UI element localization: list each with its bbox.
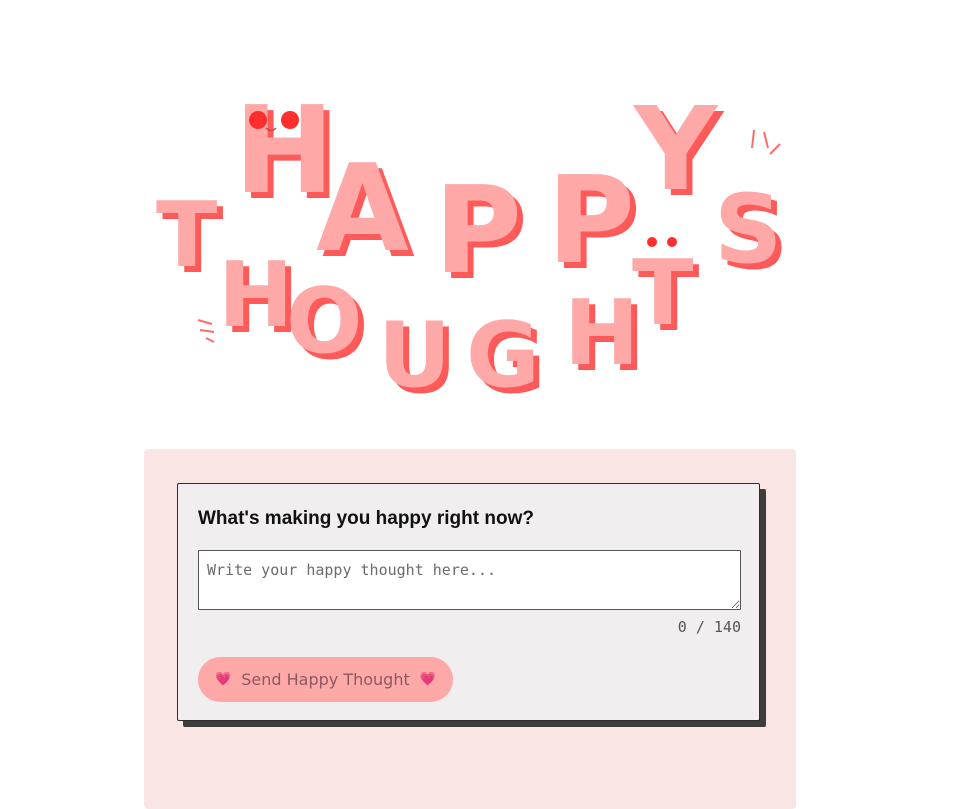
character-counter: 0 / 140 [677, 618, 741, 636]
form-question: What's making you happy right now? [198, 508, 534, 529]
send-button-label: Send Happy Thought [241, 670, 410, 689]
svg-text:G: G [466, 303, 540, 408]
svg-text:T: T [156, 183, 217, 288]
svg-text:Y: Y [632, 83, 719, 217]
svg-text:A: A [316, 140, 409, 279]
heart-icon: 💗 [215, 672, 232, 687]
send-happy-thought-button[interactable]: 💗 Send Happy Thought 💗 [198, 657, 453, 702]
svg-text:H: H [564, 281, 639, 386]
svg-text:S: S [714, 175, 782, 285]
svg-text:P: P [434, 162, 522, 301]
heart-icon: 💗 [419, 672, 436, 687]
svg-text:H: H [218, 243, 293, 348]
svg-text:P: P [547, 152, 635, 291]
svg-text:U: U [378, 303, 451, 408]
happy-thought-form: What's making you happy right now? 0 / 1… [177, 483, 760, 721]
svg-text:T: T [632, 241, 693, 346]
logo-illustration: H A P P Y S T H O U G H T H A P P Y S T … [156, 82, 788, 410]
thought-input[interactable] [198, 550, 741, 610]
svg-text:O: O [286, 269, 363, 374]
happy-thoughts-logo: H A P P Y S T H O U G H T H A P P Y S T … [140, 40, 800, 410]
